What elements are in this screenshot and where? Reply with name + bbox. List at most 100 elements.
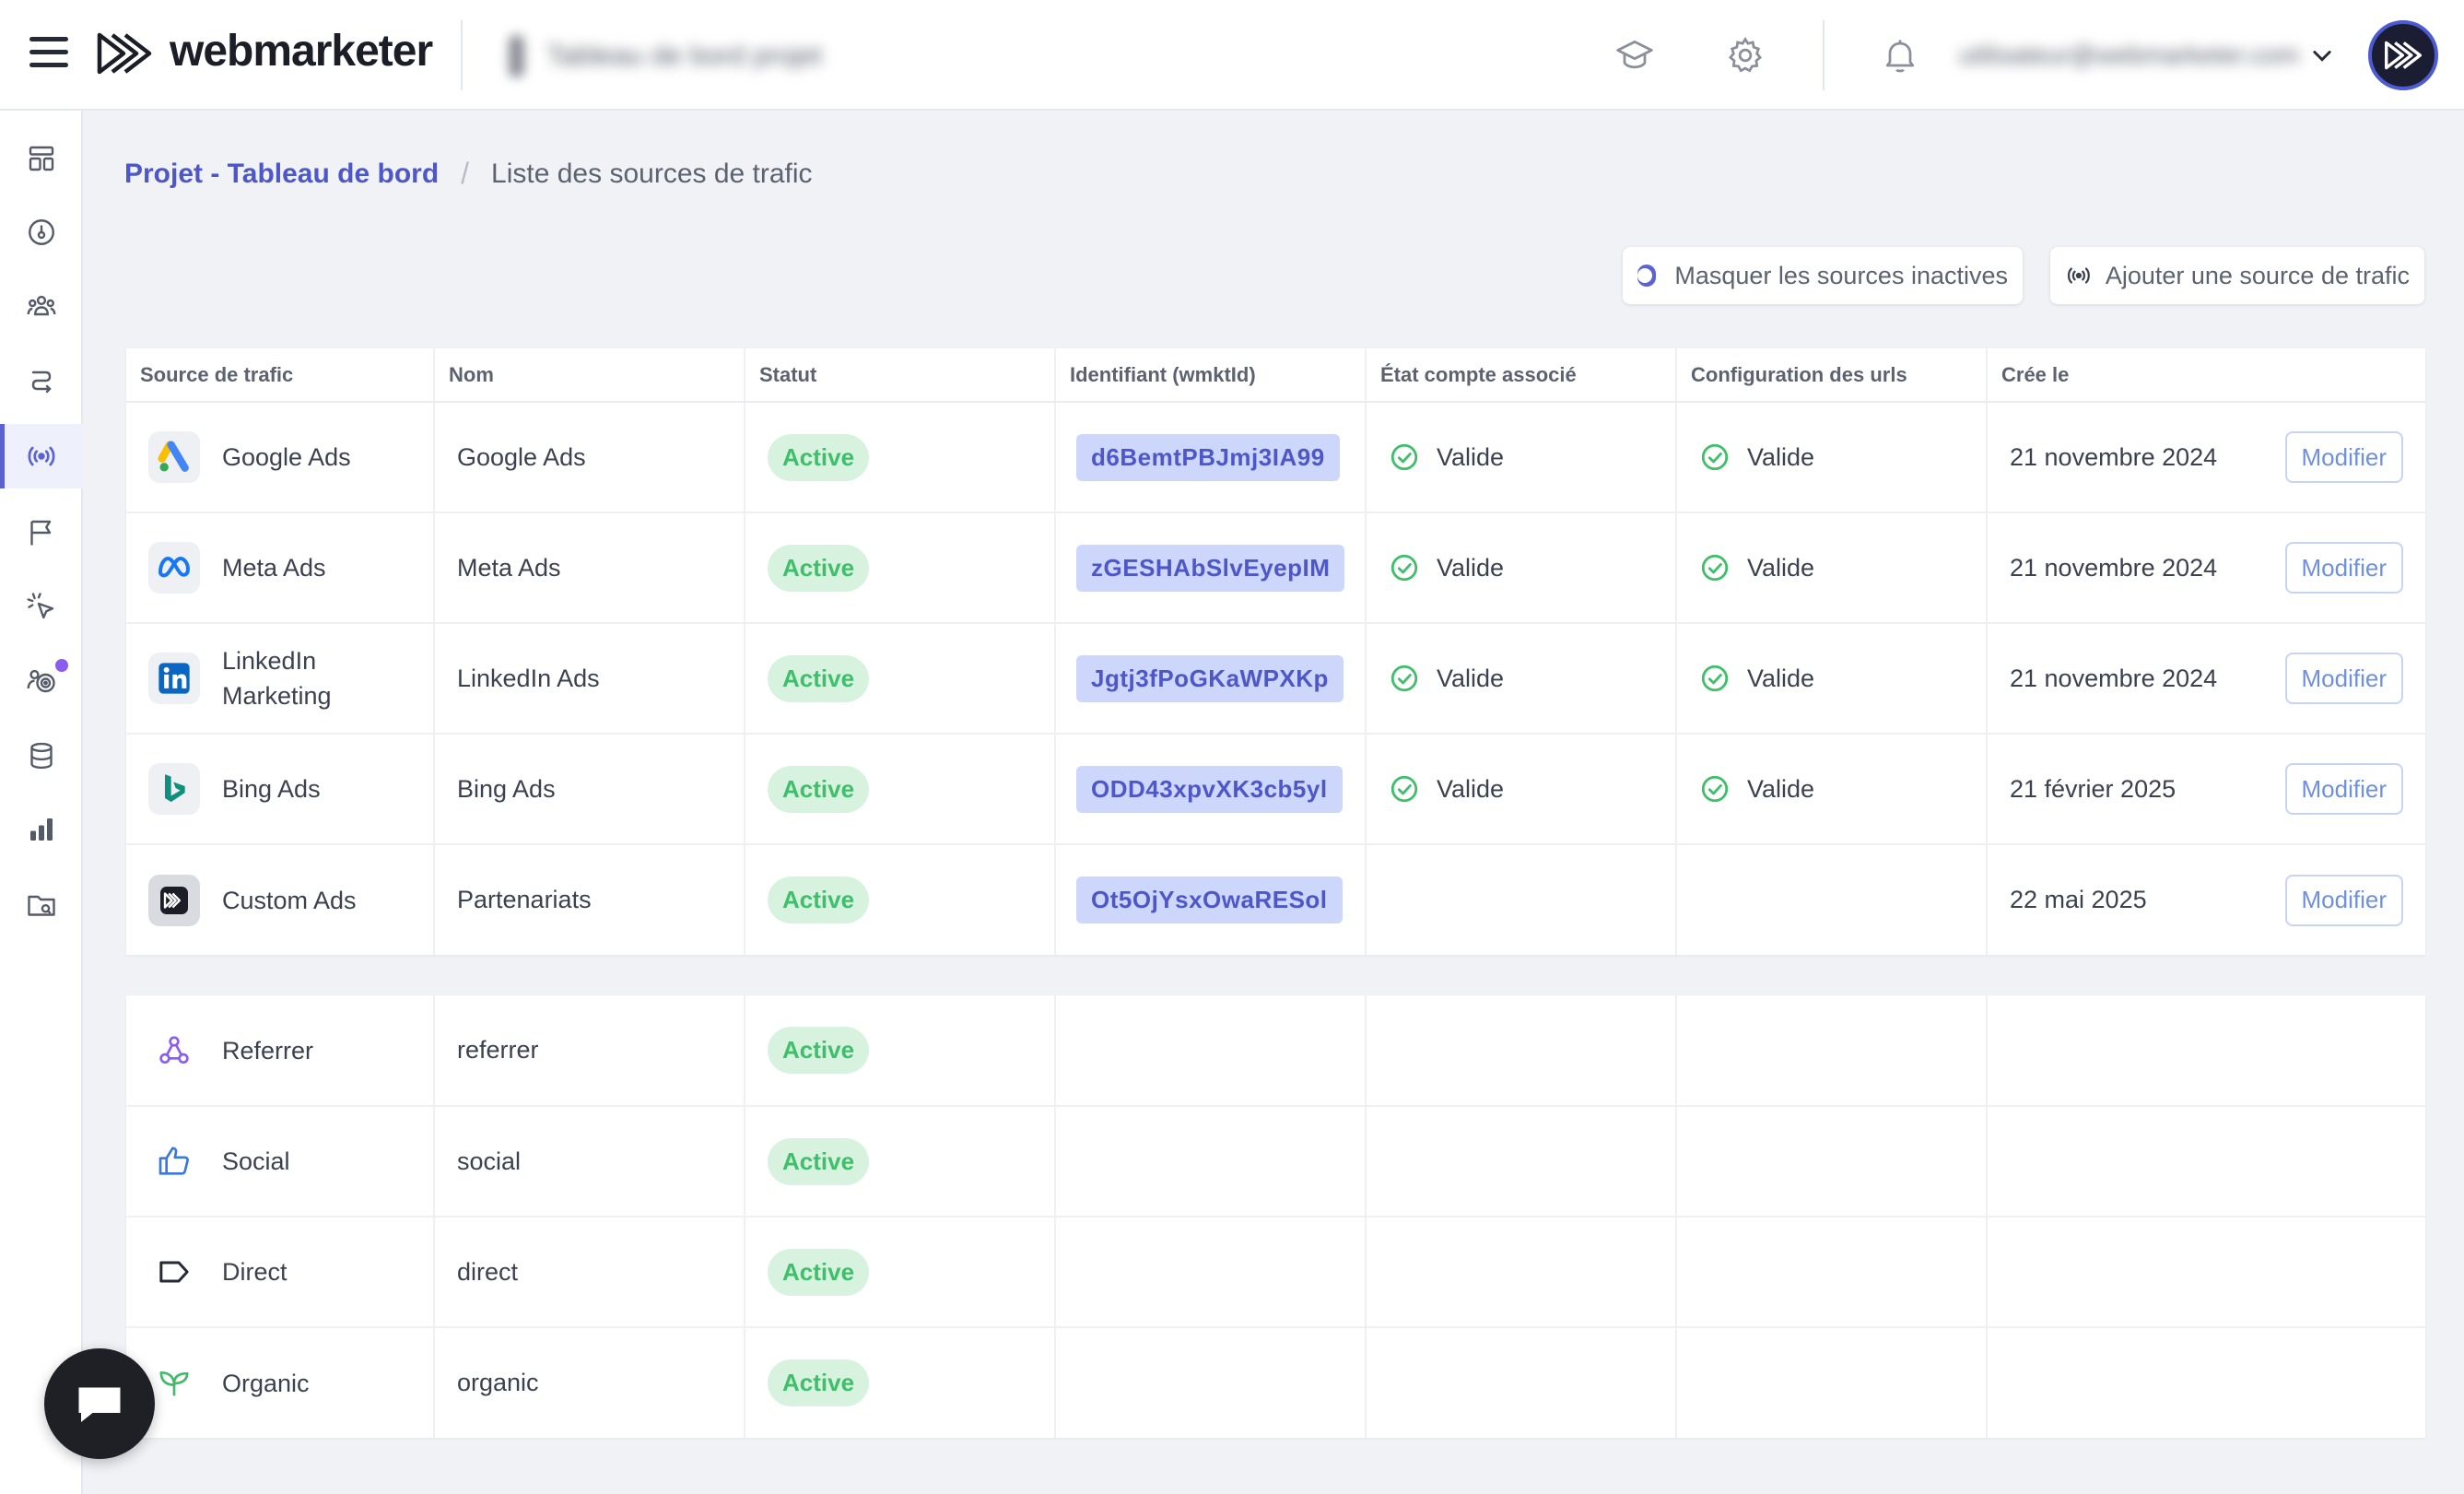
toggle-switch[interactable] [1637,265,1657,287]
status-badge: Active [768,1359,870,1406]
user-avatar[interactable] [2368,20,2438,90]
column-header-id[interactable]: Identifiant (wmktId) [1055,348,1367,403]
referrer-icon [148,1025,200,1076]
tag-icon [148,1246,200,1298]
modify-button[interactable]: Modifier [2284,542,2403,594]
column-header-account-state[interactable]: État compte associé [1366,348,1677,403]
project-selector[interactable]: Tableau de bord projet [509,35,822,77]
status-badge: Active [768,544,870,592]
account-state: Valide [1389,552,1675,583]
url-config-state: Valide [1699,552,1986,583]
sidebar [0,111,83,1494]
source-label: Organic [222,1369,310,1397]
users-icon [27,295,56,316]
url-config-state: Valide [1699,663,1986,694]
account-state: Valide [1389,663,1675,694]
table-row: Direct direct Active [126,1217,2425,1328]
created-date: 21 novembre 2024 [2010,664,2218,692]
name-cell: referrer [434,995,745,1107]
hide-inactive-toggle[interactable]: Masquer les sources inactives [1623,247,2023,304]
modify-button[interactable]: Modifier [2284,763,2403,815]
check-circle-icon [1390,665,1418,692]
table-header-row: Source de trafic Nom Statut Identifiant … [126,348,2425,403]
flag-icon [30,520,52,546]
status-badge: Active [768,433,870,481]
modify-button[interactable]: Modifier [2284,431,2403,483]
status-badge: Active [768,1248,870,1296]
source-label: Custom Ads [222,886,357,914]
url-config-label: Valide [1747,774,1815,803]
modify-button[interactable]: Modifier [2284,874,2403,926]
source-label: Google Ads [222,443,351,471]
column-header-status[interactable]: Statut [745,348,1056,403]
user-email[interactable]: utilisateur@webmarketer.com [1959,41,2299,70]
source-cell: Direct [148,1246,433,1298]
source-cell: Google Ads [148,431,433,483]
custom-ads-icon [148,874,200,926]
linkedin-icon [148,653,200,704]
url-config-state: Valide [1699,773,1986,805]
source-label: Meta Ads [222,554,326,582]
sidebar-item-files[interactable] [0,873,83,937]
source-cell: Social [148,1135,433,1187]
check-circle-icon [1390,554,1418,582]
add-traffic-source-button[interactable]: Ajouter une source de trafic [2050,247,2424,304]
column-header-name[interactable]: Nom [434,348,745,403]
check-circle-icon [1390,443,1418,471]
gear-icon[interactable] [1725,35,1766,76]
created-date: 21 février 2025 [2010,774,2177,803]
table-row: Bing Ads Bing Ads Active ODD43xpvXK3cb5y… [126,734,2425,845]
sidebar-item-route[interactable] [0,348,83,413]
created-cell: 22 mai 2025 Modifier [2010,874,2425,926]
hide-inactive-label: Masquer les sources inactives [1674,261,2008,289]
add-source-label: Ajouter une source de trafic [2105,261,2410,289]
table-row: Google Ads Google Ads Active d6BemtPBJmj… [126,402,2425,513]
source-cell: Bing Ads [148,763,433,815]
name-cell: organic [434,1327,745,1438]
sidebar-item-users[interactable] [0,274,83,338]
account-state: Valide [1389,441,1675,473]
created-cell: 21 février 2025 Modifier [2010,763,2425,815]
traffic-sources-table: Source de trafic Nom Statut Identifiant … [126,348,2425,955]
url-config-label: Valide [1747,664,1815,692]
dashboard-icon [29,146,54,171]
name-cell: LinkedIn Ads [434,623,745,735]
sidebar-item-gauge[interactable] [0,200,83,265]
breadcrumb-parent[interactable]: Projet - Tableau de bord [124,159,439,190]
menu-icon[interactable] [29,37,68,74]
account-state [1366,844,1677,955]
bell-icon[interactable] [1880,35,1920,76]
name-cell: social [434,1106,745,1218]
source-cell: LinkedIn Marketing [148,643,433,713]
sidebar-item-traffic-sources[interactable] [0,424,83,488]
project-avatar [509,35,525,77]
modify-button[interactable]: Modifier [2284,653,2403,704]
gauge-icon [29,219,54,245]
chevron-down-icon[interactable] [2309,42,2335,68]
table-row: Custom Ads Partenariats Active Ot5OjYsxO… [126,844,2425,955]
broadcast-icon [28,446,55,466]
column-header-url-config[interactable]: Configuration des urls [1676,348,1988,403]
table-row: Social social Active [126,1106,2425,1218]
name-cell: Bing Ads [434,734,745,845]
column-header-source[interactable]: Source de trafic [126,348,435,403]
wmkt-id-badge: Ot5OjYsxOwaRESol [1076,876,1343,923]
status-badge: Active [768,876,870,923]
sidebar-item-dashboard[interactable] [0,126,83,191]
status-badge: Active [768,1027,870,1074]
graduation-cap-icon[interactable] [1614,35,1655,76]
column-header-created[interactable]: Crée le [1987,348,2425,403]
sidebar-item-database[interactable] [0,723,83,788]
url-config-label: Valide [1747,442,1815,471]
status-badge: Active [768,1137,870,1185]
sidebar-item-targeting[interactable] [0,648,83,712]
source-label: Social [222,1147,290,1175]
notification-dot [55,659,68,672]
sidebar-item-flag[interactable] [0,500,83,565]
sidebar-item-clicks[interactable] [0,574,83,639]
check-circle-icon [1701,775,1729,803]
chat-widget-button[interactable] [44,1348,155,1459]
source-cell: Custom Ads [148,874,433,926]
sidebar-item-statistics[interactable] [0,797,83,862]
created-date: 21 novembre 2024 [2010,553,2218,582]
